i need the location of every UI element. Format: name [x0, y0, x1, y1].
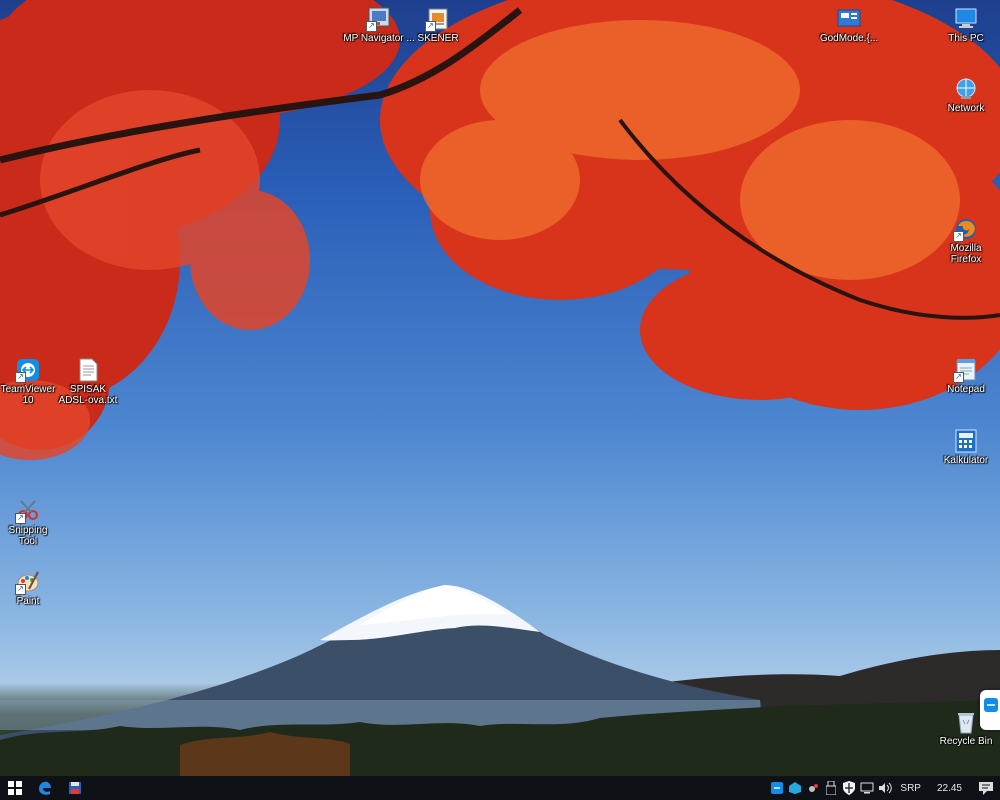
spisak-label: SPISAK ADSL-ova.txt — [58, 384, 118, 406]
kalkulator-label: Kalkulator — [943, 455, 989, 466]
edge-icon — [39, 781, 51, 795]
paint-label: Paint — [16, 596, 40, 607]
control-panel-icon — [836, 6, 862, 32]
network-status-icon[interactable] — [858, 776, 876, 800]
snipping-tool-label: Snipping Tool — [8, 525, 48, 547]
scissors-icon: ↗ — [15, 498, 41, 524]
recycle-bin-label: Recycle Bin — [939, 736, 993, 747]
mp-navigator-icon: ↗ — [366, 6, 392, 32]
spisak-file[interactable]: SPISAK ADSL-ova.txt — [52, 357, 124, 406]
firefox-icon: ↗ — [953, 216, 979, 242]
start-button[interactable] — [0, 776, 30, 800]
snipping-tool-shortcut[interactable]: ↗ Snipping Tool — [0, 498, 64, 547]
usb-device-icon[interactable] — [822, 776, 840, 800]
paint-palette-icon: ↗ — [15, 569, 41, 595]
floppy-save-icon — [69, 782, 81, 794]
skener-label: SKENER — [417, 33, 459, 44]
network-icon-item[interactable]: Network — [930, 76, 1000, 114]
network-globe-icon — [953, 76, 979, 102]
teamviewer-side-tab[interactable] — [980, 690, 1000, 730]
tray-settings-icon[interactable] — [804, 776, 822, 800]
teamviewer-icon: ↗ — [15, 357, 41, 383]
scanner-icon: ↗ — [425, 6, 451, 32]
notepad-shortcut[interactable]: ↗ Notepad — [930, 357, 1000, 395]
wallpaper — [0, 0, 1000, 776]
taskbar-edge-button[interactable] — [30, 776, 60, 800]
text-file-icon — [75, 357, 101, 383]
defender-shield-icon[interactable] — [840, 776, 858, 800]
volume-icon[interactable] — [876, 776, 894, 800]
taskbar-clock[interactable]: 22.45 — [927, 783, 972, 794]
network-label: Network — [947, 103, 985, 114]
tray-app-icon[interactable] — [786, 776, 804, 800]
notepad-label: Notepad — [947, 384, 985, 395]
windows-logo-icon — [8, 781, 22, 795]
recycle-bin-icon — [953, 709, 979, 735]
paint-shortcut[interactable]: ↗ Paint — [0, 569, 64, 607]
taskbar-pinned-app-button[interactable] — [60, 776, 90, 800]
teamviewer-label: TeamViewer 10 — [0, 384, 56, 406]
action-center-button[interactable] — [972, 776, 1000, 800]
skener-shortcut[interactable]: ↗ SKENER — [402, 6, 474, 44]
firefox-label: Mozilla Firefox — [950, 243, 982, 265]
godmode-label: GodMode.{... — [819, 33, 879, 44]
taskbar: SRP 22.45 — [0, 776, 1000, 800]
calculator-icon — [953, 428, 979, 454]
kalkulator-shortcut[interactable]: Kalkulator — [930, 428, 1000, 466]
teamviewer-tab-icon — [984, 698, 998, 712]
firefox-shortcut[interactable]: ↗ Mozilla Firefox — [930, 216, 1000, 265]
input-language-indicator[interactable]: SRP — [894, 783, 927, 794]
desktop[interactable]: ↗ MP Navigator ... ↗ SKENER GodMode.{...… — [0, 0, 1000, 776]
this-pc-label: This PC — [948, 33, 984, 44]
this-pc-icon-item[interactable]: This PC — [930, 6, 1000, 44]
system-tray: SRP 22.45 — [768, 776, 1000, 800]
notification-icon — [979, 781, 993, 795]
tray-teamviewer-icon[interactable] — [768, 776, 786, 800]
godmode-folder[interactable]: GodMode.{... — [813, 6, 885, 44]
notepad-icon: ↗ — [953, 357, 979, 383]
computer-icon — [953, 6, 979, 32]
